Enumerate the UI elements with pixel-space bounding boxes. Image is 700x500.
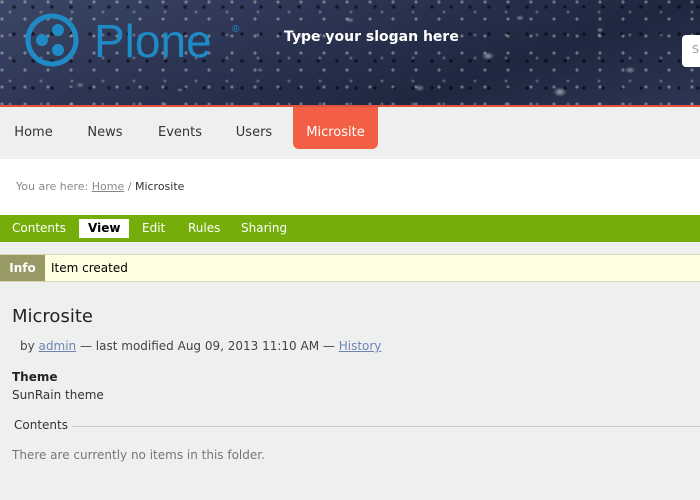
tab-view[interactable]: View <box>79 219 130 238</box>
byline-modified: — last modified Aug 09, 2013 11:10 AM — <box>79 339 335 353</box>
nav-item-users[interactable]: Users <box>223 107 285 149</box>
byline-by: by <box>20 339 35 353</box>
nav-item-news[interactable]: News <box>73 107 137 149</box>
history-link[interactable]: History <box>339 339 382 353</box>
page-title: Microsite <box>12 306 93 327</box>
breadcrumb: You are here: Home / Microsite <box>16 180 184 193</box>
status-message: Info Item created <box>0 254 700 282</box>
tab-contents[interactable]: Contents <box>3 219 75 238</box>
theme-value: SunRain theme <box>12 388 104 402</box>
nav-item-home[interactable]: Home <box>0 107 67 149</box>
breadcrumb-separator: / <box>127 180 132 193</box>
logo-text: Plone <box>94 15 212 67</box>
tab-rules[interactable]: Rules <box>179 219 229 238</box>
edit-bar: Contents View Edit Rules Sharing <box>0 215 700 242</box>
plone-logo[interactable]: Plone ® <box>24 12 244 68</box>
status-message-text: Item created <box>51 261 128 275</box>
global-nav: Home News Events Users Microsite <box>0 107 700 159</box>
site-header: Plone ® Type your slogan here S <box>0 0 700 107</box>
tab-edit[interactable]: Edit <box>133 219 174 238</box>
theme-label: Theme <box>12 370 58 384</box>
document-byline: by admin — last modified Aug 09, 2013 11… <box>20 339 381 353</box>
status-message-type: Info <box>0 255 45 281</box>
nav-item-microsite[interactable]: Microsite <box>293 107 378 149</box>
contents-divider <box>72 426 700 427</box>
empty-folder-message: There are currently no items in this fol… <box>12 448 265 462</box>
author-link[interactable]: admin <box>39 339 77 353</box>
svg-text:®: ® <box>232 24 240 35</box>
search-input[interactable]: S <box>682 35 700 67</box>
breadcrumb-area: You are here: Home / Microsite <box>0 159 700 215</box>
nav-item-events[interactable]: Events <box>148 107 212 149</box>
site-slogan: Type your slogan here <box>284 29 459 45</box>
breadcrumb-prefix: You are here: <box>16 180 89 193</box>
breadcrumb-current: Microsite <box>134 180 185 193</box>
breadcrumb-home-link[interactable]: Home <box>92 180 124 193</box>
search-placeholder: S <box>692 43 699 56</box>
contents-legend: Contents <box>14 418 72 432</box>
main-content: Microsite by admin — last modified Aug 0… <box>0 295 700 500</box>
tab-sharing[interactable]: Sharing <box>232 219 296 238</box>
